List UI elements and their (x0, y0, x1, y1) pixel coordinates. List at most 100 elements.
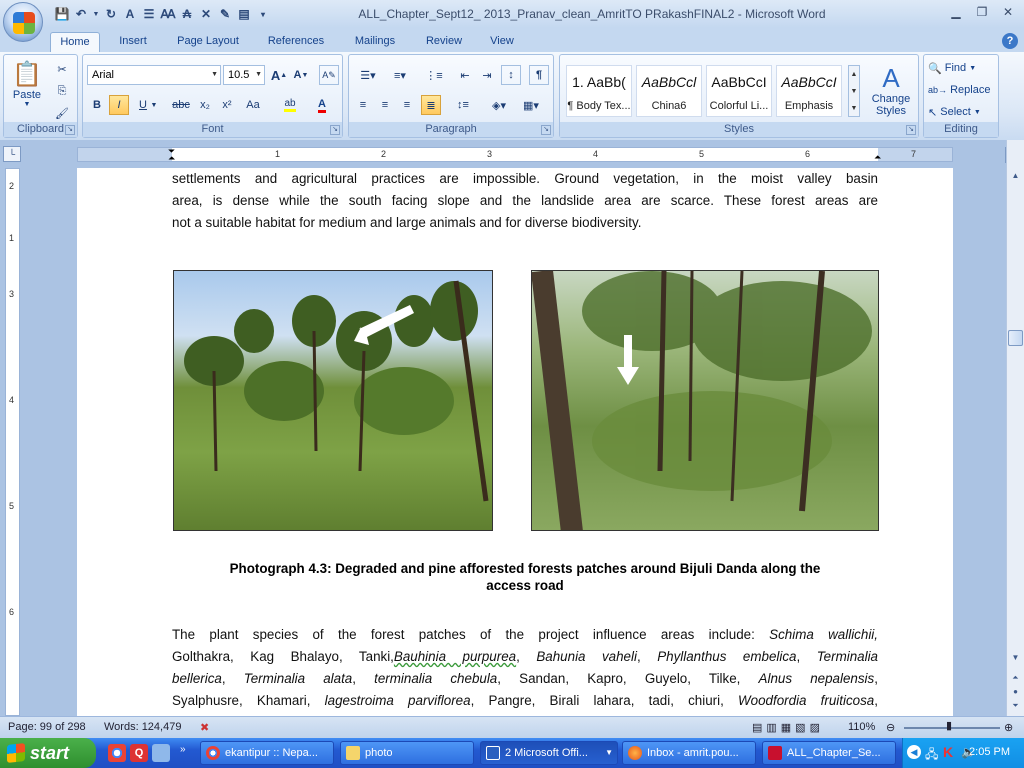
paragraph-line: area, is dense while the south facing sl… (172, 193, 878, 208)
page-indicator[interactable]: Page: 99 of 298 (8, 721, 86, 733)
show-desktop-icon[interactable] (152, 744, 170, 762)
start-button[interactable]: start (0, 738, 96, 768)
close-icon[interactable]: ✕ (996, 3, 1020, 21)
right-indent-marker[interactable]: ⏶ (874, 152, 881, 163)
dialog-launcher-icon[interactable]: ↘ (906, 125, 916, 135)
proofing-icon[interactable]: ✖ (200, 721, 209, 734)
office-button[interactable] (3, 2, 43, 42)
vertical-scrollbar[interactable]: ▲ ▼ ⏶ ● ⏷ (1006, 140, 1024, 716)
taskbar-item-label: photo (365, 747, 393, 759)
editing-group: 🔍 Find ▼ ab→ Replace ↖ Select ▼ Editing (923, 54, 999, 138)
tree-canopy (184, 281, 478, 435)
increase-indent-icon[interactable]: ⇥ (477, 65, 497, 85)
tab-mailings[interactable]: Mailings (346, 32, 404, 52)
cut-icon[interactable]: ✂ (52, 59, 72, 79)
style-colorful-list[interactable]: AaBbCcI Colorful Li... (706, 65, 772, 117)
word-count[interactable]: Words: 124,479 (104, 721, 181, 733)
styles-scroll[interactable]: ▲ ▼ ▼ (848, 65, 860, 117)
change-styles-button[interactable]: A Change Styles (866, 59, 916, 121)
zoom-out-icon[interactable]: ⊖ (886, 721, 895, 734)
clear-formatting-icon[interactable]: A✎ (319, 65, 339, 85)
font-color-icon[interactable]: A (309, 95, 335, 115)
select-button[interactable]: ↖ Select ▼ (928, 103, 981, 121)
restore-icon[interactable]: ❐ (970, 3, 994, 21)
word-icon (486, 746, 500, 760)
quick-launch-icon[interactable]: Q (130, 744, 148, 762)
document-page[interactable]: settlements and agricultural practices a… (77, 168, 953, 716)
align-left-icon[interactable]: ≡ (353, 95, 373, 115)
bold-button[interactable]: B (87, 95, 107, 115)
help-icon[interactable]: ? (1002, 33, 1018, 49)
style-china6[interactable]: AaBbCcl China6 (636, 65, 702, 117)
find-button[interactable]: 🔍 Find ▼ (928, 59, 976, 77)
tab-selector[interactable]: └ (3, 146, 21, 162)
italic-button[interactable]: I (109, 95, 129, 115)
paste-button[interactable]: 📋 Paste ▼ (10, 59, 44, 109)
dialog-launcher-icon[interactable]: ↘ (330, 125, 340, 135)
text-run: , Sandan, Kapro, Guyelo, Tilke, (497, 671, 759, 686)
shading-icon[interactable]: ◈▾ (485, 95, 513, 115)
multilevel-list-icon[interactable]: ⋮≡ (419, 65, 449, 85)
numbering-icon[interactable]: ≡▾ (385, 65, 415, 85)
taskbar-item[interactable]: 2 Microsoft Offi... ▼ (480, 741, 618, 765)
scroll-down-icon[interactable]: ▼ (1007, 650, 1024, 666)
zoom-level[interactable]: 110% (848, 721, 875, 733)
tab-references[interactable]: References (260, 32, 332, 52)
windows-logo-icon (7, 743, 25, 763)
justify-icon[interactable]: ≣ (421, 95, 441, 115)
taskbar-item[interactable]: ekantipur :: Nepa... (200, 741, 334, 765)
minimize-icon[interactable]: ▁ (944, 3, 968, 21)
change-case-button[interactable]: Aa (241, 95, 265, 115)
antivirus-icon[interactable]: K (943, 744, 953, 760)
tab-view[interactable]: View (482, 32, 522, 52)
taskbar-item[interactable]: Inbox - amrit.pou... (622, 741, 756, 765)
view-buttons[interactable]: ▤▥▦▧▨ (752, 721, 824, 734)
borders-icon[interactable]: ▦▾ (517, 95, 545, 115)
font-family-combo[interactable]: Arial ▼ (87, 65, 221, 85)
chevron-down-icon[interactable]: ▼ (149, 95, 159, 115)
subscript-button[interactable]: x₂ (195, 95, 215, 115)
pine-forest-photo (531, 270, 879, 531)
shrink-font-icon[interactable]: A ▼ (291, 65, 311, 85)
align-center-icon[interactable]: ≡ (375, 95, 395, 115)
tray-expand-icon[interactable]: ◀ (907, 745, 921, 759)
tab-page-layout[interactable]: Page Layout (170, 32, 246, 52)
format-painter-icon[interactable]: 🖌 (52, 103, 72, 123)
tab-home[interactable]: Home (50, 32, 100, 52)
replace-button[interactable]: ab→ Replace (928, 81, 990, 99)
hanging-indent-marker[interactable]: ⏶ (168, 153, 175, 164)
line-spacing-icon[interactable]: ↕≡ (449, 95, 477, 115)
ruler-number: 1 (9, 233, 15, 243)
zoom-slider-thumb[interactable]: ▮ (946, 719, 952, 732)
taskbar-item[interactable]: ALL_Chapter_Se... (762, 741, 896, 765)
style-emphasis[interactable]: AaBbCcI Emphasis (776, 65, 842, 117)
copy-icon[interactable]: ⎘ (52, 81, 72, 101)
text-run: Golthakra, Kag Bhalayo, Tanki, (172, 649, 394, 664)
vertical-ruler[interactable]: 2 1 3 4 5 6 (5, 168, 20, 716)
highlight-icon[interactable]: ab (277, 95, 303, 115)
horizontal-ruler[interactable]: 1 2 3 4 5 6 7 ⏷ ⏶ ⏶ (77, 146, 953, 164)
document-area[interactable]: settlements and agricultural practices a… (77, 168, 953, 716)
chevron-right-icon[interactable]: » (180, 744, 186, 755)
network-icon[interactable]: 🖧 (925, 745, 938, 766)
style-body-text[interactable]: 1. AaBb( ¶ Body Tex... (566, 65, 632, 117)
tab-review[interactable]: Review (418, 32, 470, 52)
chrome-icon[interactable] (108, 744, 126, 762)
next-page-icon[interactable]: ⏷ (1007, 698, 1024, 714)
scroll-thumb[interactable] (1008, 330, 1023, 346)
superscript-button[interactable]: x² (217, 95, 237, 115)
tab-insert[interactable]: Insert (110, 32, 156, 52)
zoom-in-icon[interactable]: ⊕ (1004, 721, 1013, 734)
scroll-up-icon[interactable]: ▲ (1007, 168, 1024, 184)
strikethrough-button[interactable]: abc (169, 95, 193, 115)
dialog-launcher-icon[interactable]: ↘ (541, 125, 551, 135)
decrease-indent-icon[interactable]: ⇤ (455, 65, 475, 85)
dialog-launcher-icon[interactable]: ↘ (65, 125, 75, 135)
taskbar-item[interactable]: photo (340, 741, 474, 765)
bullets-icon[interactable]: ☰▾ (353, 65, 383, 85)
grow-font-icon[interactable]: A ▲ (269, 65, 289, 85)
sort-icon[interactable]: ↕ (501, 65, 521, 85)
show-formatting-icon[interactable]: ¶ (529, 65, 549, 85)
font-size-combo[interactable]: 10.5 ▼ (223, 65, 265, 85)
align-right-icon[interactable]: ≡ (397, 95, 417, 115)
